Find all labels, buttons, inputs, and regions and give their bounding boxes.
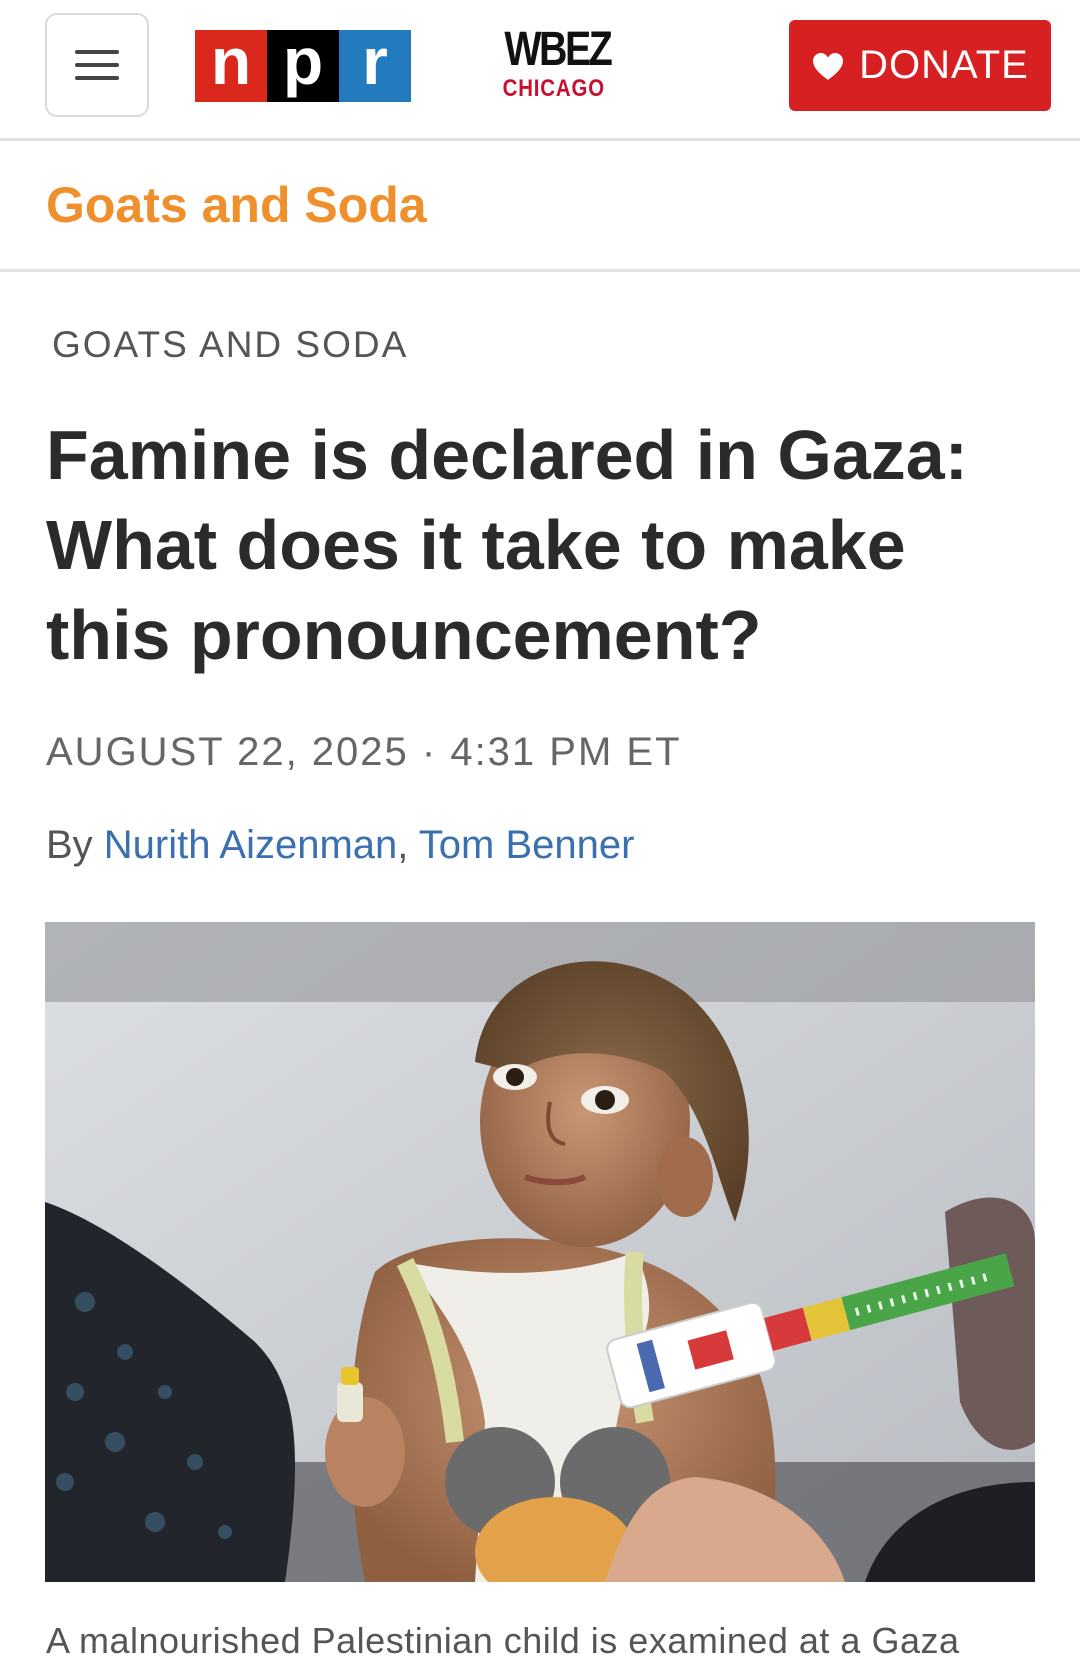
station-city: CHICAGO xyxy=(502,75,605,102)
section-title-link[interactable]: Goats and Soda xyxy=(46,176,427,234)
article-lead-photo[interactable] xyxy=(45,922,1035,1582)
child-photo-illustration xyxy=(45,922,1035,1582)
hamburger-menu-button[interactable] xyxy=(45,13,149,117)
npr-logo[interactable]: n p r xyxy=(195,28,411,102)
article-dateline: AUGUST 22, 2025 · 4:31 PM ET xyxy=(46,730,682,774)
section-band: Goats and Soda xyxy=(0,141,1080,272)
author-link-2[interactable]: Tom Benner xyxy=(419,823,635,867)
byline-prefix: By xyxy=(46,823,104,867)
author-link-1[interactable]: Nurith Aizenman xyxy=(104,823,397,867)
npr-logo-letter-r: r xyxy=(339,28,411,102)
wbez-station-logo[interactable]: WBEZ CHICAGO xyxy=(494,23,613,102)
article-headline: Famine is declared in Gaza: What does it… xyxy=(46,416,968,674)
site-header: n p r WBEZ CHICAGO DONATE xyxy=(0,0,1080,141)
article-byline: By Nurith Aizenman, Tom Benner xyxy=(46,823,634,868)
photo-caption: A malnourished Palestinian child is exam… xyxy=(46,1620,960,1661)
byline-separator: , xyxy=(397,823,419,867)
npr-logo-letter-p: p xyxy=(267,28,339,102)
hamburger-menu-icon xyxy=(75,50,119,80)
donate-label: DONATE xyxy=(859,43,1029,87)
station-name: WBEZ xyxy=(504,23,612,76)
npr-logo-letter-n: n xyxy=(195,28,267,102)
heart-icon xyxy=(813,52,844,80)
article-eyebrow-link[interactable]: GOATS AND SODA xyxy=(52,324,408,366)
donate-button[interactable]: DONATE xyxy=(789,20,1051,111)
